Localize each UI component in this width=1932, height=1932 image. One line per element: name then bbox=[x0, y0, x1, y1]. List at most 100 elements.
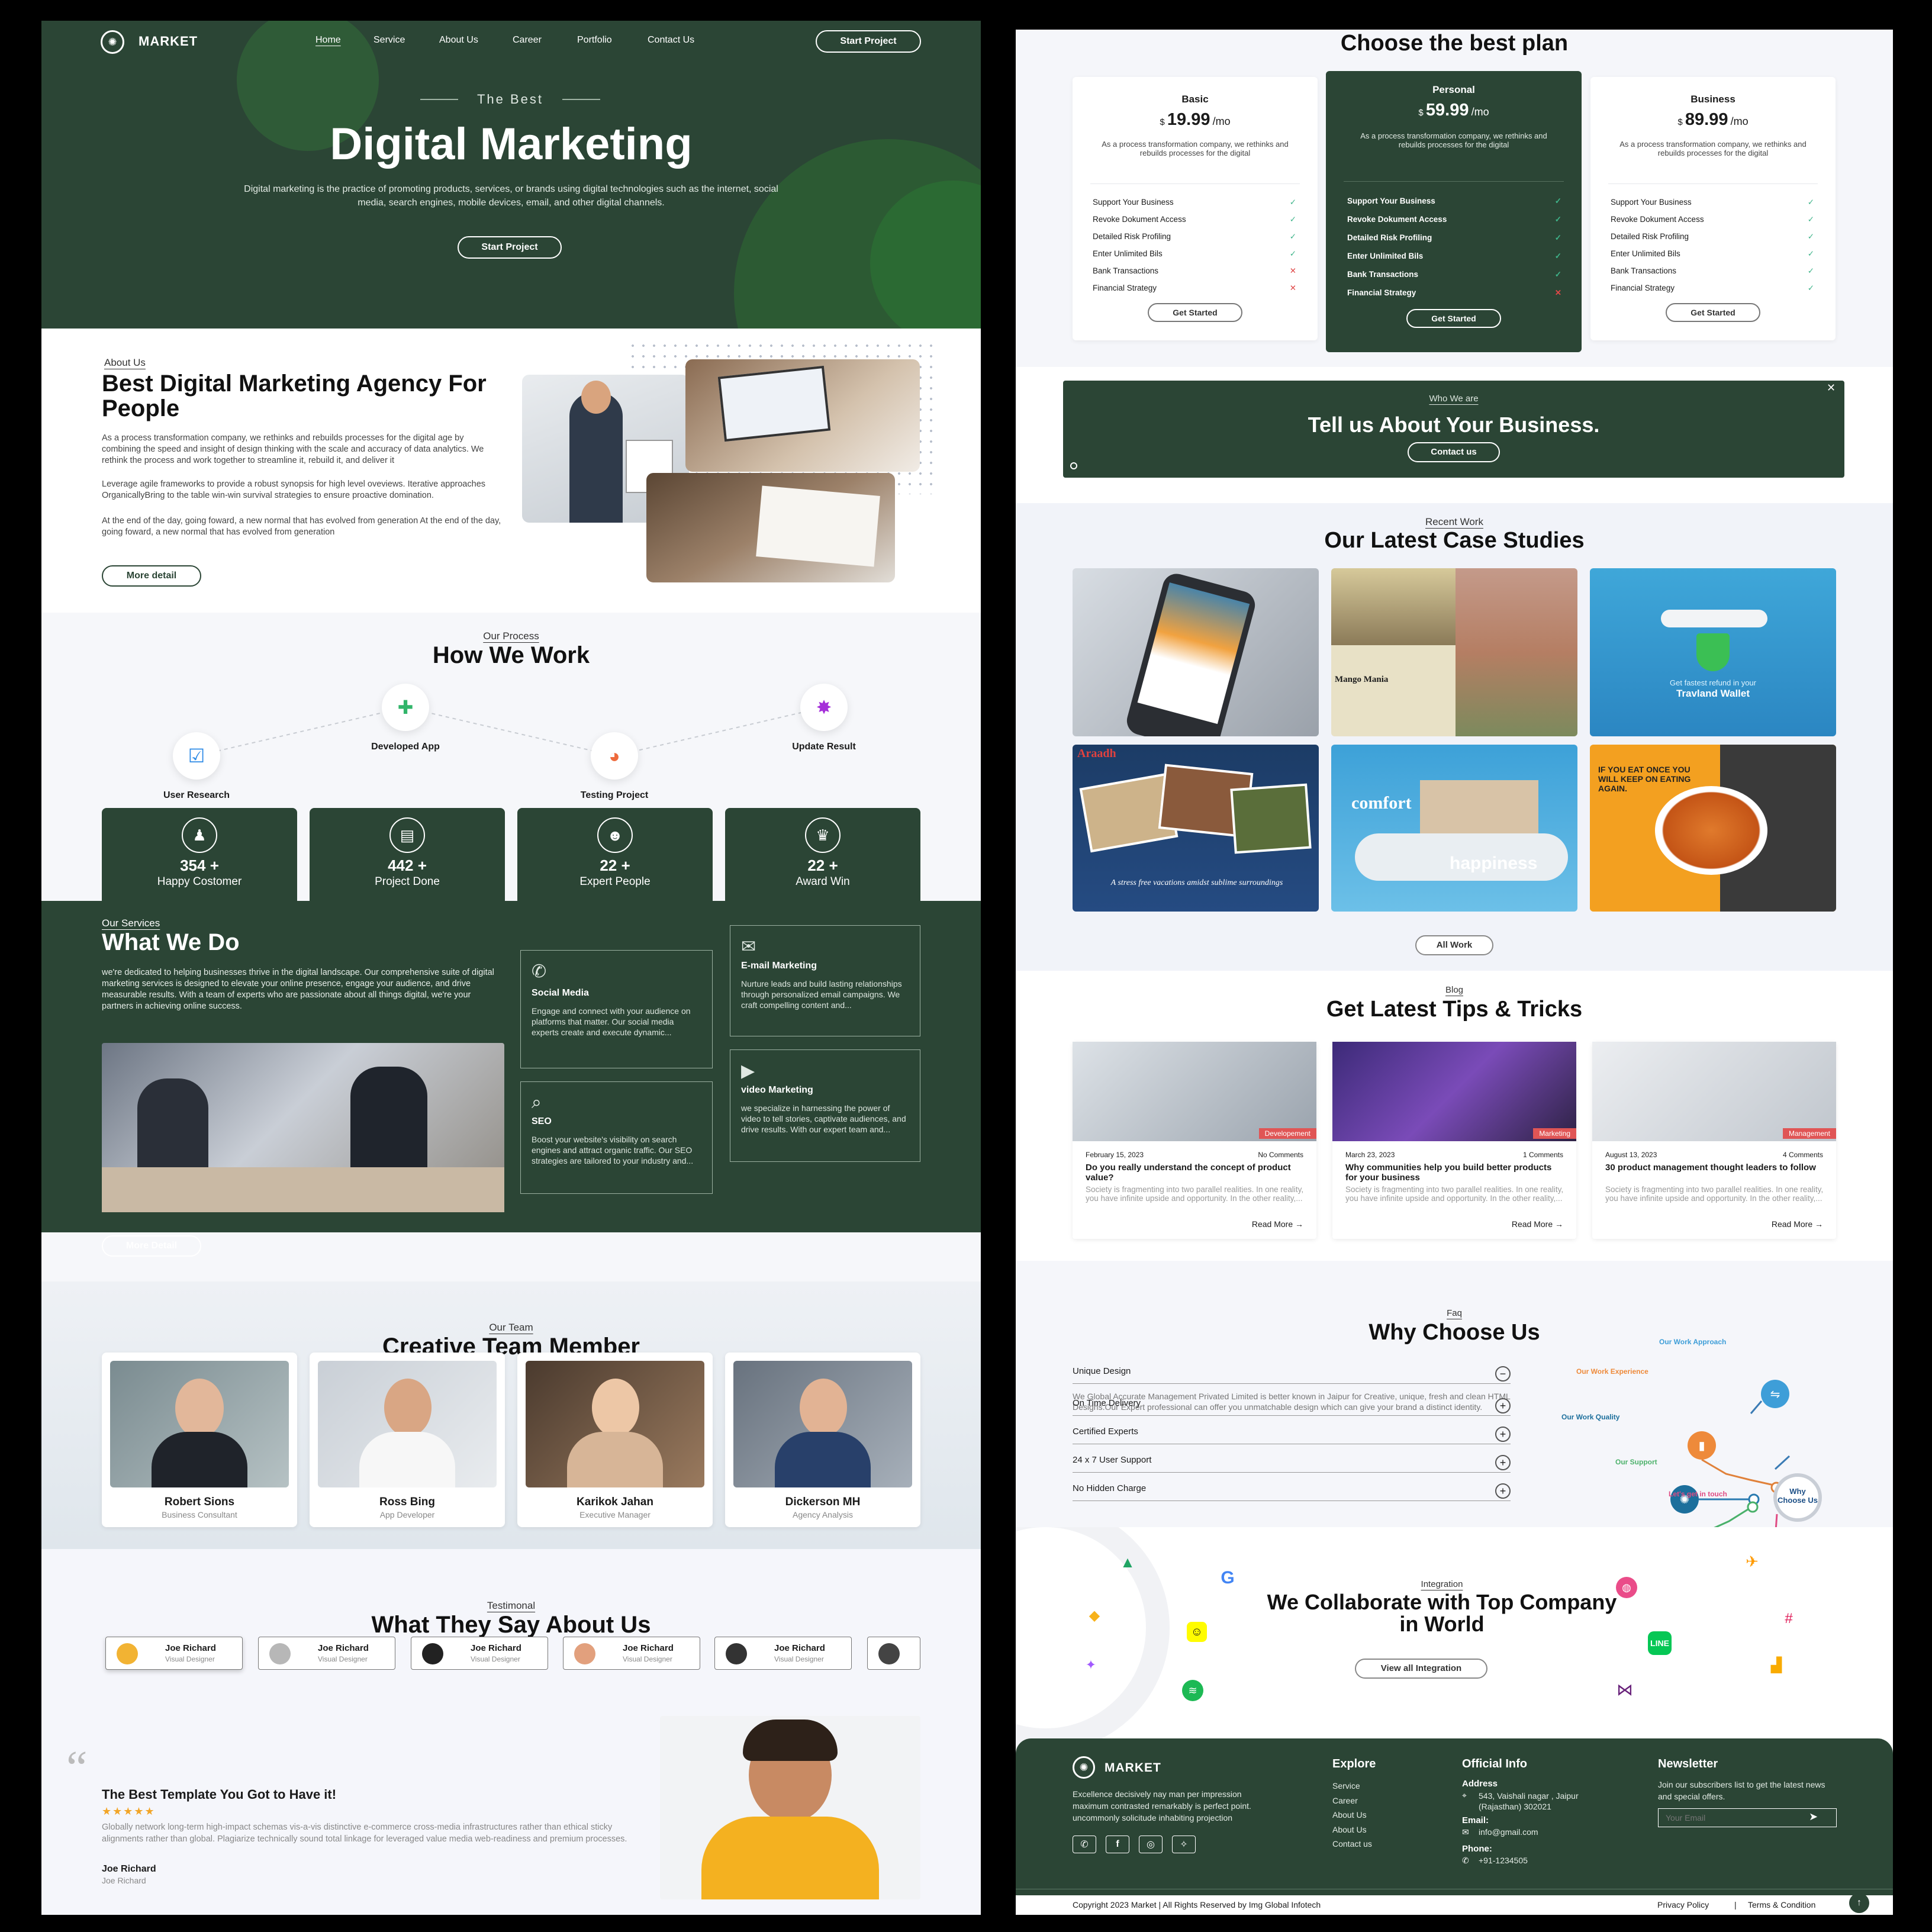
blog-card[interactable]: Management August 13, 2023 4 Comments 30… bbox=[1592, 1042, 1836, 1239]
plus-icon[interactable]: + bbox=[1495, 1483, 1511, 1499]
whatsapp-icon[interactable]: ✆ bbox=[1073, 1836, 1096, 1853]
logo-icon[interactable]: ✺ bbox=[101, 30, 124, 54]
check-icon: ✓ bbox=[1289, 232, 1296, 241]
plus-icon[interactable]: + bbox=[1495, 1455, 1511, 1470]
testimonial-section: Testimonal What They Say About Us “ The … bbox=[41, 1549, 981, 1915]
copyright-bar: Copyright 2023 Market | All Rights Reser… bbox=[1016, 1893, 1893, 1915]
service-card-email-marketing[interactable]: ✉ E-mail Marketing Nurture leads and bui… bbox=[730, 925, 920, 1036]
testimonial-person-tab-partial[interactable] bbox=[867, 1637, 920, 1670]
footer-link-about-2[interactable]: About Us bbox=[1332, 1822, 1372, 1837]
document-icon: ▤ bbox=[389, 817, 425, 853]
service-card-video-marketing[interactable]: ▶ video Marketing we specialize in harne… bbox=[730, 1049, 920, 1162]
footer-logo-text[interactable]: MARKET bbox=[1105, 1761, 1161, 1775]
blog-date: March 23, 2023 bbox=[1345, 1151, 1395, 1159]
step-user-research: User Research bbox=[163, 790, 230, 800]
email-icon: ✉ bbox=[741, 937, 756, 957]
footer-link-service[interactable]: Service bbox=[1332, 1779, 1372, 1793]
footer-link-contact[interactable]: Contact us bbox=[1332, 1837, 1372, 1852]
get-started-button[interactable]: Get Started bbox=[1666, 303, 1760, 322]
footer-explore-title: Explore bbox=[1332, 1757, 1376, 1770]
plan-feature: Revoke Dokument Access ✓ bbox=[1347, 215, 1561, 224]
faq-item[interactable]: No Hidden Charge + bbox=[1073, 1483, 1511, 1501]
footer-link-about[interactable]: About Us bbox=[1332, 1808, 1372, 1822]
get-started-button[interactable]: Get Started bbox=[1148, 303, 1242, 322]
nav-career[interactable]: Career bbox=[513, 35, 542, 46]
services-title: What We Do bbox=[102, 929, 240, 955]
check-icon: ✓ bbox=[1807, 198, 1814, 207]
location-icon: ⌖ bbox=[1462, 1791, 1467, 1800]
footer-about: Excellence decisively nay man per impres… bbox=[1073, 1789, 1251, 1822]
about-title: Best Digital Marketing Agency For People bbox=[102, 371, 487, 421]
send-icon[interactable]: ➤ bbox=[1809, 1811, 1818, 1823]
check-icon: ✓ bbox=[1807, 266, 1814, 275]
service-card-seo[interactable]: ⌕ SEO Boost your website's visibility on… bbox=[520, 1081, 713, 1194]
stat-value: 354 + bbox=[180, 856, 219, 874]
about-section: About Us Best Digital Marketing Agency F… bbox=[41, 329, 981, 613]
services-text: we're dedicated to helping businesses th… bbox=[102, 968, 494, 1011]
plan-feature: Revoke Dokument Access ✓ bbox=[1093, 215, 1296, 224]
view-integration-button[interactable]: View all Integration bbox=[1355, 1659, 1487, 1679]
plan-name: Business bbox=[1690, 94, 1735, 105]
start-project-hero-button[interactable]: Start Project bbox=[458, 236, 562, 259]
blog-title[interactable]: Why communities help you build better pr… bbox=[1345, 1163, 1564, 1183]
testimonial-person-tab[interactable]: Joe Richard Visual Designer bbox=[258, 1637, 395, 1670]
figma-icon: ✦ bbox=[1085, 1657, 1097, 1672]
rating-stars: ★★★★★ bbox=[102, 1805, 156, 1817]
plus-icon[interactable]: + bbox=[1495, 1398, 1511, 1413]
address-text: 543, Vaishali nagar , Jaipur (Rajasthan)… bbox=[1479, 1791, 1579, 1811]
swift-icon: ✈ bbox=[1746, 1552, 1759, 1570]
nav-home[interactable]: Home bbox=[315, 35, 341, 46]
nav-contact[interactable]: Contact Us bbox=[648, 35, 694, 46]
terms-link[interactable]: Terms & Condition bbox=[1748, 1900, 1815, 1910]
check-icon: ✓ bbox=[1554, 215, 1561, 224]
testimonial-person-tab[interactable]: Joe Richard Visual Designer bbox=[563, 1637, 700, 1670]
nav-portfolio[interactable]: Portfolio bbox=[577, 35, 612, 46]
faq-item[interactable]: 24 x 7 User Support + bbox=[1073, 1455, 1511, 1473]
blog-title[interactable]: 30 product management thought leaders to… bbox=[1605, 1163, 1824, 1173]
twitter-icon[interactable]: ✧ bbox=[1172, 1836, 1196, 1853]
facebook-icon[interactable]: f bbox=[1106, 1836, 1129, 1853]
email-label: Email: bbox=[1462, 1815, 1489, 1825]
nav-service[interactable]: Service bbox=[373, 35, 405, 46]
email-text[interactable]: info@gmail.com bbox=[1479, 1827, 1538, 1837]
blog-comments: No Comments bbox=[1258, 1151, 1303, 1159]
visual-studio-icon: ⋈ bbox=[1617, 1680, 1633, 1699]
read-more-link[interactable]: Read More → bbox=[1252, 1219, 1303, 1229]
service-card-social-media[interactable]: ✆ Social Media Engage and connect with y… bbox=[520, 950, 713, 1068]
phone-text[interactable]: +91-1234505 bbox=[1479, 1856, 1528, 1865]
testimonial-person-tab[interactable]: Joe Richard Visual Designer bbox=[714, 1637, 852, 1670]
team-card-robert[interactable]: Robert Sions Business Consultant bbox=[102, 1353, 297, 1527]
privacy-link[interactable]: Privacy Policy bbox=[1657, 1900, 1709, 1910]
logo-text[interactable]: MARKET bbox=[139, 34, 198, 49]
phone-icon: ✆ bbox=[1462, 1856, 1469, 1865]
more-detail-button[interactable]: More detail bbox=[102, 565, 201, 587]
blog-card[interactable]: Marketing March 23, 2023 1 Comments Why … bbox=[1332, 1042, 1576, 1239]
read-more-link[interactable]: Read More → bbox=[1512, 1219, 1563, 1229]
nav-about[interactable]: About Us bbox=[439, 35, 478, 46]
blog-card[interactable]: Developement February 15, 2023 No Commen… bbox=[1073, 1042, 1316, 1239]
faq-item[interactable]: On Time Delivery + bbox=[1073, 1398, 1511, 1416]
services-more-detail-button[interactable]: More Detail bbox=[102, 1235, 201, 1257]
service-text: Boost your website's visibility on searc… bbox=[532, 1135, 694, 1165]
avatar bbox=[422, 1643, 443, 1664]
back-to-top-icon[interactable]: ↑ bbox=[1849, 1893, 1869, 1913]
blog-title[interactable]: Do you really understand the concept of … bbox=[1086, 1163, 1305, 1183]
get-started-button[interactable]: Get Started bbox=[1406, 309, 1501, 328]
plus-icon[interactable]: + bbox=[1495, 1427, 1511, 1442]
testimonial-person-tab[interactable]: Joe Richard Visual Designer bbox=[105, 1637, 243, 1670]
footer-logo-icon[interactable]: ✺ bbox=[1073, 1756, 1095, 1779]
team-card-ross[interactable]: Ross Bing App Developer bbox=[310, 1353, 505, 1527]
blog-tag: Marketing bbox=[1533, 1128, 1576, 1139]
stat-value: 22 + bbox=[600, 856, 630, 874]
instagram-icon[interactable]: ◎ bbox=[1139, 1836, 1163, 1853]
testimonial-person-tab[interactable]: Joe Richard Visual Designer bbox=[411, 1637, 548, 1670]
copyright-text: Copyright 2023 Market | All Rights Reser… bbox=[1073, 1900, 1321, 1910]
team-photo bbox=[110, 1361, 289, 1487]
member-role: App Developer bbox=[379, 1510, 435, 1519]
start-project-nav-button[interactable]: Start Project bbox=[816, 30, 921, 53]
read-more-link[interactable]: Read More → bbox=[1772, 1219, 1823, 1229]
footer-link-career[interactable]: Career bbox=[1332, 1793, 1372, 1808]
team-card-dickerson[interactable]: Dickerson MH Agency Analysis bbox=[725, 1353, 920, 1527]
faq-item[interactable]: Certified Experts + bbox=[1073, 1427, 1511, 1444]
team-card-karikok[interactable]: Karikok Jahan Executive Manager bbox=[517, 1353, 713, 1527]
